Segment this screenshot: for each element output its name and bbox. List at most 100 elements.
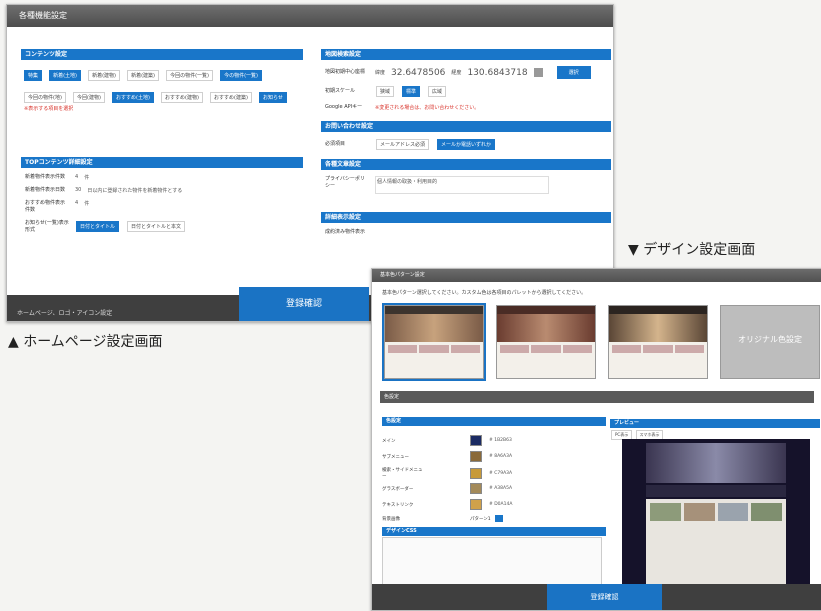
new-count-label: 新着物件表示件数 [25,174,66,180]
tag-rec-building[interactable]: おすすめ(建物) [161,92,203,103]
apikey-label: Google APIキー [325,104,363,110]
contents-title: コンテンツ設定 [21,49,303,60]
design-intro: 基本色パターン選択してください。カスタム色は各項目のパレットから選択してください… [382,290,587,296]
contents-note: ※表示する項目を選択 [24,106,74,112]
tag-current-building[interactable]: 今回(建物) [73,92,105,103]
homepage-caption: ▲ ホームページ設定画面 [8,334,163,350]
design-css-title: デザインCSS [382,527,606,536]
register-confirm-button[interactable]: 登録確認 [239,287,369,321]
apikey-note: ※変更される場合は、お問い合わせください。 [375,105,480,111]
contact-row: 必須項目 メールアドレス必須 メールか電話いずれか [325,138,607,151]
contact-option-either[interactable]: メールか電話いずれか [437,139,496,150]
color-section-bar: 色設定 [380,391,814,403]
contents-section: コンテンツ設定 特集 新着(土地) 新着(建物) 新着(建築) 今回の物件(一覧… [21,49,303,240]
lng-value[interactable]: 130.6843718 [467,68,527,78]
tag-current-land[interactable]: 今回の物件(地) [24,92,66,103]
color-row: メイン # 1B2B63 [382,435,512,446]
color-row: グラスボーダー # A38A5A [382,483,512,494]
bottom-bar-label[interactable]: ホームページ、ロゴ・アイコン設定 [17,308,112,317]
rec-count-label: おすすめ物件表示件数 [25,200,66,213]
scale-narrow[interactable]: 狭域 [376,86,395,97]
lng-label: 経度 [451,70,462,76]
color-swatch[interactable] [470,467,482,479]
tag-current-list2[interactable]: 今の物件(一覧) [220,70,263,81]
bg-image-row: 背景画像 パターン1 [382,515,503,522]
scale-standard[interactable]: 標準 [402,86,421,97]
clear-icon[interactable] [533,68,543,77]
rec-count-unit: 件 [84,201,90,207]
color-row-label: グラスボーダー [382,486,414,492]
row-rec-count: おすすめ物件表示件数 4 件 [25,200,299,214]
rec-count-value[interactable]: 4 [75,200,78,206]
color-hex-value[interactable]: # D0A14A [489,502,512,507]
lat-label: 緯度 [375,70,386,76]
bg-image-select-icon[interactable] [494,515,503,522]
privacy-label: プライバシーポリシー [325,176,365,189]
preview-frame [622,439,810,589]
theme-thumb-3[interactable] [608,305,708,379]
privacy-textarea[interactable]: 個人情報の取扱・利用目的 [375,176,549,194]
row-new-days: 新着物件表示日数 30 日以内に登録された物件を新着物件とする [25,187,299,194]
map-center-label: 地図初期中心座標 [325,69,366,75]
new-days-value[interactable]: 30 [75,187,81,193]
preview-title: プレビュー [610,419,820,428]
contact-option-email[interactable]: メールアドレス必須 [376,139,430,150]
row-news-format: お知らせ(一覧)表示形式 日付とタイトル 日付とタイトルと本文 [25,220,299,234]
design-settings-screenshot: 基本色パターン設定 基本色パターン選択してください。カスタム色は各項目のパレット… [371,268,821,611]
color-row-label: サブメニュー [382,454,409,460]
color-hex-value[interactable]: # A38A5A [489,486,512,491]
color-hex-value[interactable]: # C79A3A [489,471,512,476]
lat-value[interactable]: 32.6478506 [391,68,445,78]
color-sub-title: 色設定 [382,417,606,426]
theme-thumb-1[interactable] [382,303,486,381]
color-swatch[interactable] [470,499,482,510]
detail-display-row: 成約済み物件表示 [325,229,607,236]
bg-image-value[interactable]: パターン1 [470,516,491,522]
color-row: 検索・サイドメニュー # C79A3A [382,467,512,479]
map-section: 地図検索設定 地図初期中心座標 緯度 32.6478506 経度 130.684… [321,49,611,242]
color-swatch[interactable] [470,435,482,446]
tag-current-list[interactable]: 今回の物件(一覧) [166,70,214,81]
map-center-row: 地図初期中心座標 緯度 32.6478506 経度 130.6843718 選択 [325,66,607,79]
color-row: サブメニュー # 8A6A3A [382,451,512,462]
news-format-option-body[interactable]: 日付とタイトルと本文 [127,221,186,232]
new-count-value[interactable]: 4 [75,174,78,180]
tag-featured[interactable]: 特集 [24,70,43,81]
bg-image-label: 背景画像 [382,516,400,522]
color-hex-value[interactable]: # 1B2B63 [489,438,512,443]
tag-new-land[interactable]: 新着(土地) [49,70,82,81]
top-detail-title: TOPコンテンツ詳細設定 [21,157,303,168]
tag-rec-land[interactable]: おすすめ(土地) [112,92,154,103]
detail-display-label: 成約済み物件表示 [325,229,366,235]
apikey-row: Google APIキー ※変更される場合は、お問い合わせください。 [325,104,607,111]
detail-display-title: 詳細表示設定 [321,212,611,223]
color-row-label: メイン [382,438,396,444]
new-days-label: 新着物件表示日数 [25,187,66,193]
privacy-row: プライバシーポリシー 個人情報の取扱・利用目的 [325,176,607,194]
new-days-desc: 日以内に登録された物件を新着物件とする [87,188,183,194]
design-register-confirm-button[interactable]: 登録確認 [547,584,662,610]
theme-thumb-original[interactable]: オリジナル色設定 [720,305,820,379]
contact-title: お問い合わせ設定 [321,121,611,132]
color-swatch[interactable] [470,451,482,462]
preview-nav [646,485,786,497]
scale-wide[interactable]: 広域 [428,86,447,97]
preview-body [646,499,786,587]
text-settings-title: 各種文章設定 [321,159,611,170]
design-window-title: 基本色パターン設定 [372,269,821,282]
new-count-unit: 件 [84,175,90,181]
theme-thumb-2[interactable] [496,305,596,379]
tag-rec-construct[interactable]: おすすめ(建築) [210,92,252,103]
color-hex-value[interactable]: # 8A6A3A [489,454,512,459]
color-row-label: 検索・サイドメニュー [382,468,423,479]
contact-label: 必須項目 [325,141,346,147]
color-swatch[interactable] [470,483,482,494]
tag-new-building[interactable]: 新着(建物) [88,70,121,81]
news-format-option-title[interactable]: 日付とタイトル [76,221,120,232]
color-row-label: テキストリンク [382,502,414,508]
news-format-label: お知らせ(一覧)表示形式 [25,220,69,233]
original-color-label: オリジナル色設定 [738,335,802,344]
tag-new-construct[interactable]: 新着(建築) [127,70,160,81]
map-select-button[interactable]: 選択 [556,66,591,79]
tag-news[interactable]: お知らせ [259,92,287,103]
